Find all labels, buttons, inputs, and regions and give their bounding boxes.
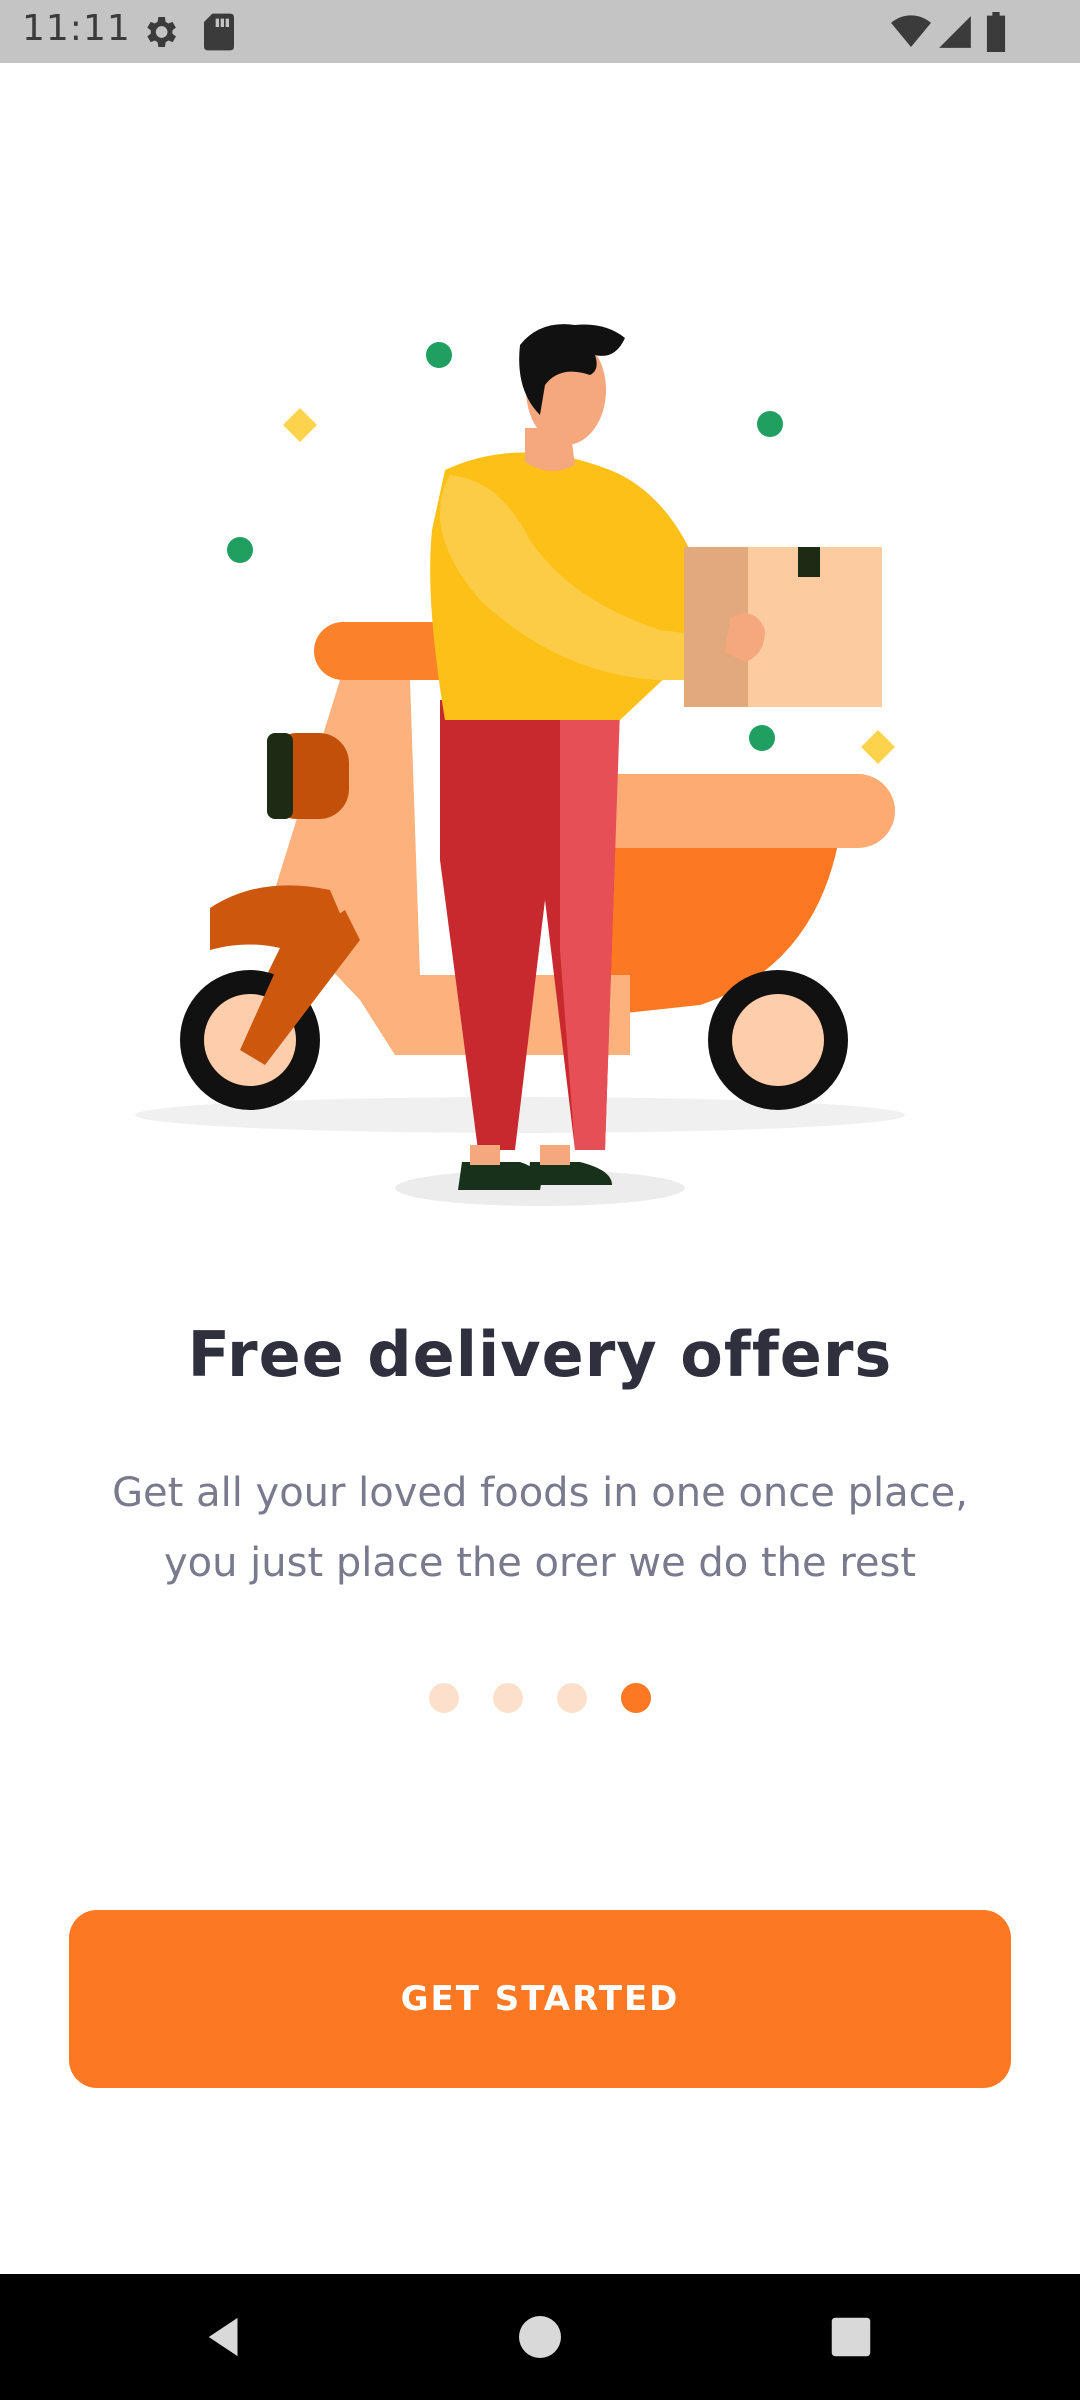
subtitle-line-2: you just place the orer we do the rest (163, 1540, 917, 1586)
status-bar: 11:11 (0, 0, 1080, 63)
page-indicator (0, 1683, 1080, 1713)
onboarding-subtitle: Get all your loved foods in one once pla… (60, 1458, 1020, 1598)
onboarding-title: Free delivery offers (187, 1318, 893, 1391)
onboarding-illustration (0, 300, 1080, 1240)
gear-icon (140, 12, 180, 56)
signal-icon (936, 12, 974, 56)
page-dot-2[interactable] (493, 1683, 523, 1713)
home-icon[interactable] (480, 2274, 600, 2400)
sd-card-icon (202, 12, 236, 56)
back-icon[interactable] (166, 2274, 286, 2400)
page-dot-3[interactable] (557, 1683, 587, 1713)
subtitle-line-1: Get all your loved foods in one once pla… (112, 1470, 968, 1516)
get-started-button[interactable]: GET STARTED (69, 1910, 1011, 2088)
wifi-icon (890, 12, 932, 56)
navigation-bar (0, 2274, 1080, 2400)
recents-icon[interactable] (791, 2274, 911, 2400)
status-time: 11:11 (22, 8, 131, 49)
page-dot-4-active[interactable] (621, 1683, 651, 1713)
page-dot-1[interactable] (429, 1683, 459, 1713)
battery-icon (984, 12, 1008, 56)
